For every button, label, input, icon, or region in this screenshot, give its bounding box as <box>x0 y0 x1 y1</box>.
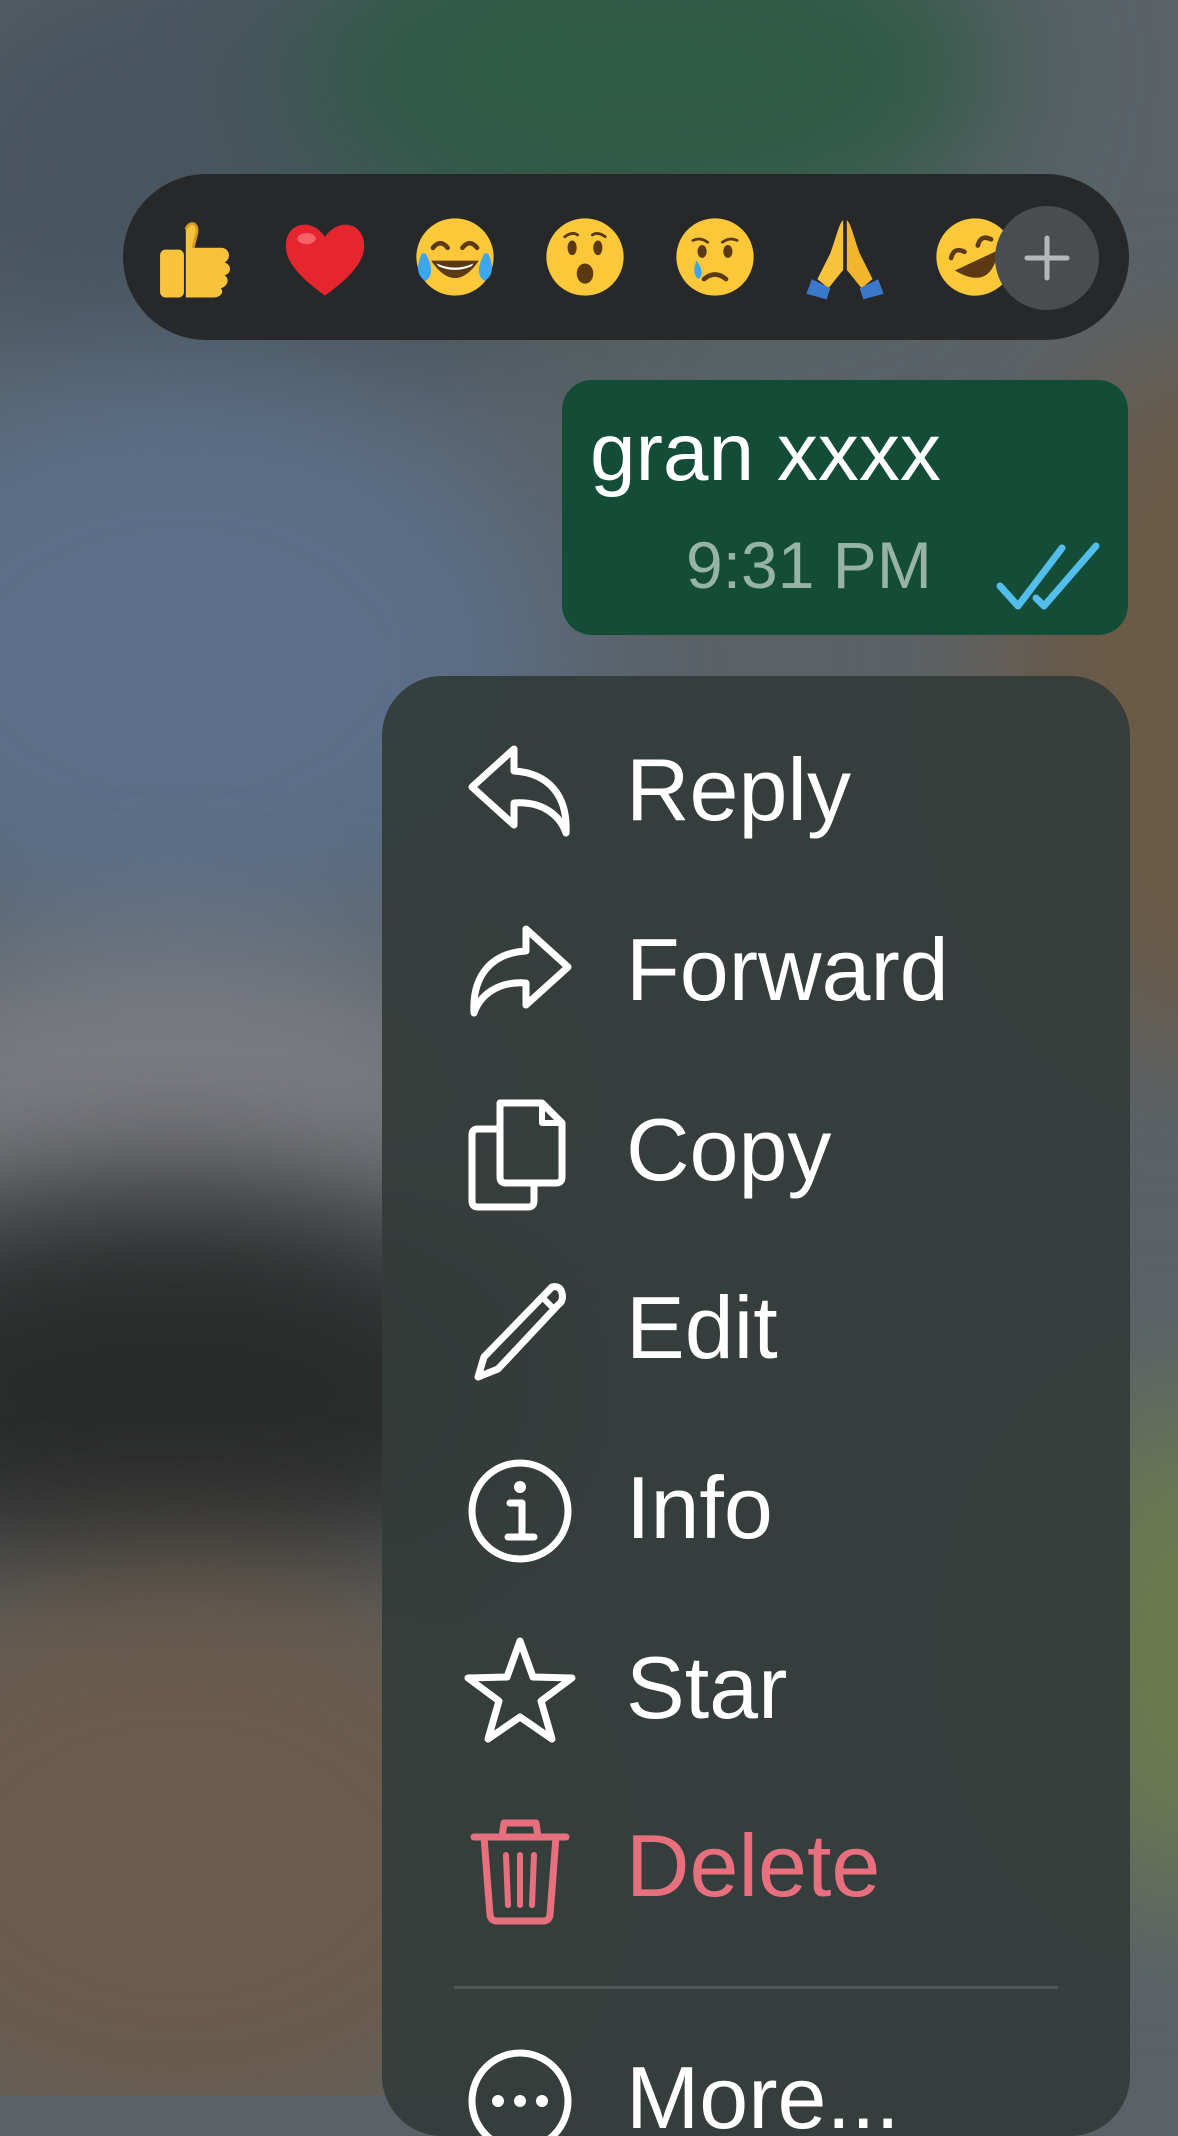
menu-item-copy[interactable]: Copy <box>382 1078 1130 1228</box>
folded-hands-emoji[interactable] <box>799 211 891 303</box>
forward-icon <box>470 925 572 1017</box>
message-bubble: gran xxxx 9:31 PM <box>562 380 1128 635</box>
message-context-menu: Reply Forward Copy Edit Info Star Delete… <box>382 676 1130 2136</box>
menu-item-label: More... <box>626 2048 900 2136</box>
info-icon <box>468 1459 572 1563</box>
menu-item-star[interactable]: Star <box>382 1616 1130 1766</box>
menu-item-reply[interactable]: Reply <box>382 718 1130 868</box>
copy-icon <box>468 1099 566 1211</box>
pencil-icon <box>474 1283 566 1381</box>
plus-icon <box>1024 235 1070 281</box>
crying-emoji[interactable] <box>669 211 761 303</box>
reaction-bar <box>123 174 1129 340</box>
reply-icon <box>468 745 570 837</box>
menu-item-label: Star <box>626 1638 788 1737</box>
menu-item-label: Edit <box>626 1278 778 1377</box>
surprised-emoji[interactable] <box>539 211 631 303</box>
more-icon <box>468 2049 572 2136</box>
menu-divider <box>454 1986 1058 1989</box>
star-icon <box>464 1637 576 1743</box>
menu-item-label: Reply <box>626 740 851 839</box>
red-heart-emoji[interactable] <box>279 211 371 303</box>
menu-item-more[interactable]: More... <box>382 2026 1130 2136</box>
menu-item-label: Delete <box>626 1816 881 1915</box>
message-text: gran xxxx <box>590 407 941 498</box>
menu-item-info[interactable]: Info <box>382 1436 1130 1586</box>
menu-item-delete[interactable]: Delete <box>382 1794 1130 1944</box>
tears-of-joy-emoji[interactable] <box>409 211 501 303</box>
message-time: 9:31 PM <box>686 528 932 602</box>
thumbs-up-emoji[interactable] <box>149 211 241 303</box>
add-reaction-button[interactable] <box>995 206 1099 310</box>
menu-item-label: Forward <box>626 920 949 1019</box>
menu-item-edit[interactable]: Edit <box>382 1256 1130 1406</box>
menu-item-label: Copy <box>626 1100 832 1199</box>
trash-icon <box>470 1819 570 1925</box>
menu-item-forward[interactable]: Forward <box>382 898 1130 1048</box>
double-check-read-icon <box>996 542 1100 610</box>
menu-item-label: Info <box>626 1458 773 1557</box>
